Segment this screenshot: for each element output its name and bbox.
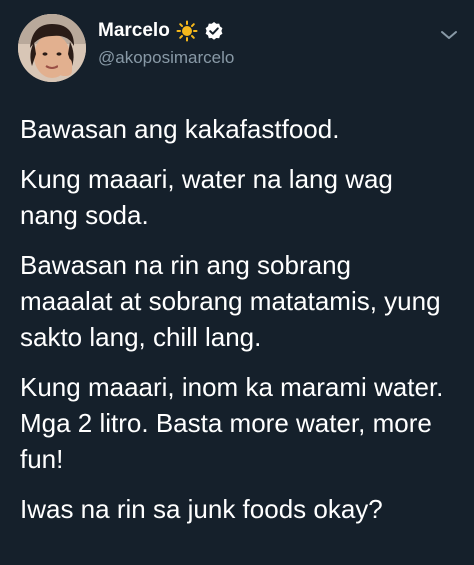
sun-icon [176, 20, 198, 42]
tweet-line: maaalat at sobrang matatamis, yung [20, 286, 441, 316]
tweet-paragraph: Iwas na rin sa junk foods okay? [20, 491, 460, 527]
name-row: Marcelo [98, 18, 234, 44]
tweet-line: sakto lang, chill lang. [20, 322, 262, 352]
user-handle[interactable]: @akoposimarcelo [98, 48, 234, 68]
tweet-header: Marcelo @akoposimarcelo [18, 14, 458, 84]
tweet-line: Kung maaari, water na lang wag [20, 164, 393, 194]
tweet-line: Bawasan ang kakafastfood. [20, 114, 340, 144]
avatar[interactable] [18, 14, 86, 82]
tweet-line: Mga 2 litro. Basta more water, more [20, 408, 432, 438]
verified-badge-icon [204, 21, 224, 41]
tweet-paragraph: Bawasan na rin ang sobrang maaalat at so… [20, 247, 460, 355]
tweet-line: Kung maaari, inom ka marami water. [20, 372, 444, 402]
tweet-line: Bawasan na rin ang sobrang [20, 250, 352, 280]
tweet-text: Bawasan ang kakafastfood. Kung maaari, w… [20, 111, 460, 541]
tweet-paragraph: Kung maaari, inom ka marami water. Mga 2… [20, 369, 460, 477]
tweet-line: nang soda. [20, 200, 149, 230]
tweet-paragraph: Kung maaari, water na lang wag nang soda… [20, 161, 460, 233]
tweet-paragraph: Bawasan ang kakafastfood. [20, 111, 460, 147]
tweet-line: fun! [20, 444, 64, 474]
tweet-line: Iwas na rin sa junk foods okay? [20, 494, 383, 524]
chevron-down-icon[interactable] [440, 28, 458, 40]
tweet-card: Marcelo @akoposimarcelo Bawasan ang kaka… [0, 0, 474, 565]
user-info: Marcelo @akoposimarcelo [98, 18, 234, 68]
display-name[interactable]: Marcelo [98, 20, 170, 42]
avatar-image [18, 14, 86, 82]
